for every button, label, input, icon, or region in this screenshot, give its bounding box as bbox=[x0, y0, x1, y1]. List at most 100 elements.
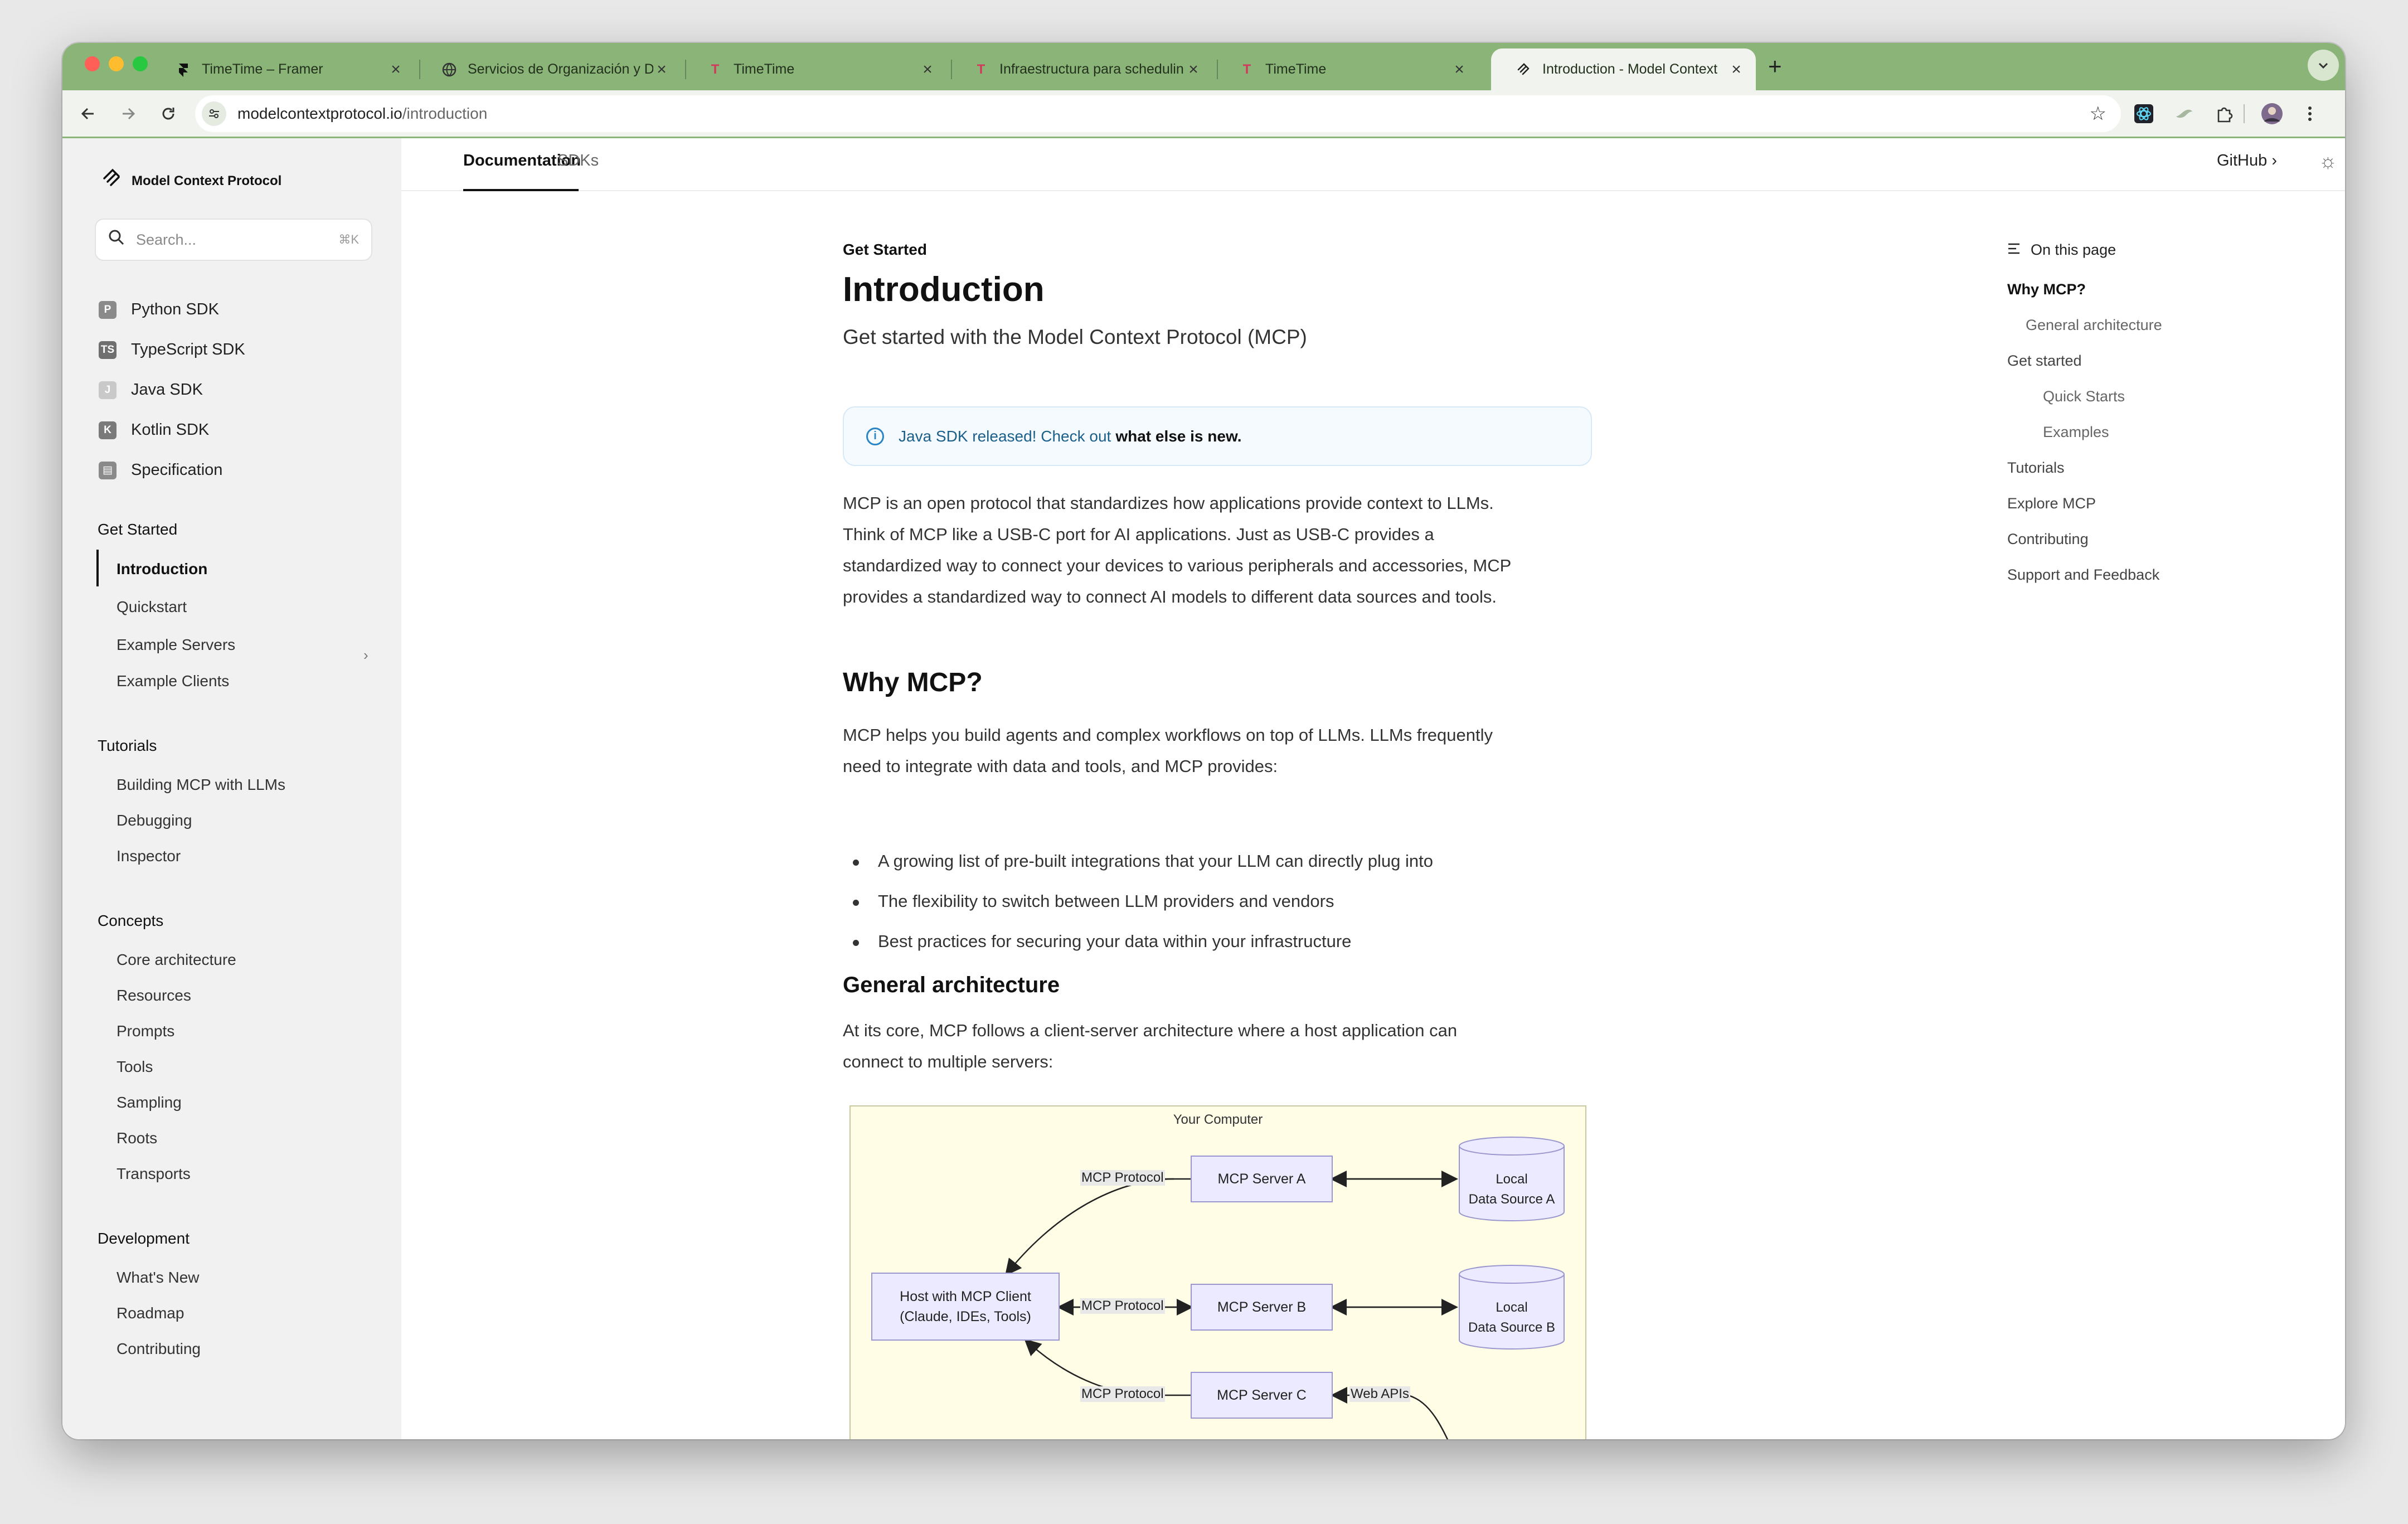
timetime-icon: T bbox=[1242, 61, 1251, 77]
edge-label-web-apis: Web APIs bbox=[1349, 1386, 1410, 1402]
mcp-server-a: MCP Server A bbox=[1191, 1156, 1333, 1202]
close-icon[interactable]: × bbox=[919, 60, 936, 79]
browser-tab[interactable]: T TimeTime × bbox=[682, 48, 947, 90]
close-icon[interactable]: × bbox=[653, 60, 670, 79]
toc-heading: On this page bbox=[2007, 241, 2116, 259]
back-icon[interactable] bbox=[74, 99, 103, 128]
why-paragraph: MCP helps you build agents and complex w… bbox=[843, 725, 1493, 776]
extensions-puzzle-icon[interactable] bbox=[2211, 100, 2237, 127]
sidebar-item-building-mcp[interactable]: Building MCP with LLMs bbox=[116, 776, 285, 794]
search-shortcut: ⌘K bbox=[338, 232, 359, 246]
sidebar-item-transports[interactable]: Transports bbox=[116, 1165, 191, 1183]
globe-icon bbox=[441, 61, 458, 78]
bookmark-star-icon[interactable]: ☆ bbox=[2090, 103, 2106, 125]
toc-item[interactable]: Support and Feedback bbox=[2007, 566, 2159, 584]
sidebar-item-example-servers[interactable]: Example Servers bbox=[116, 636, 235, 654]
site-logo[interactable]: Model Context Protocol bbox=[101, 167, 281, 195]
toolbar-divider bbox=[2242, 100, 2246, 127]
forward-icon[interactable] bbox=[114, 99, 143, 128]
nav-group-title: Get Started bbox=[98, 521, 178, 538]
close-icon[interactable]: × bbox=[1185, 60, 1202, 79]
sidebar-item-typescript-sdk[interactable]: TS TypeScript SDK bbox=[99, 341, 245, 359]
reload-icon[interactable] bbox=[154, 99, 183, 128]
toc-item[interactable]: Why MCP? bbox=[2007, 281, 2086, 298]
avatar[interactable] bbox=[2259, 100, 2285, 127]
sidebar-item-java-sdk[interactable]: J Java SDK bbox=[99, 381, 203, 399]
sidebar-item-tools[interactable]: Tools bbox=[116, 1058, 153, 1076]
zoom-window-button[interactable] bbox=[133, 56, 148, 71]
timetime-icon: T bbox=[711, 61, 720, 77]
mcp-icon bbox=[1516, 61, 1532, 78]
close-window-button[interactable] bbox=[85, 56, 100, 71]
sidebar-item-example-clients[interactable]: Example Clients bbox=[116, 672, 229, 690]
toc-item[interactable]: Contributing bbox=[2007, 531, 2089, 548]
search-input[interactable]: Search... ⌘K bbox=[95, 219, 372, 261]
sidebar-item-sampling[interactable]: Sampling bbox=[116, 1094, 182, 1112]
browser-tab[interactable]: T Infraestructura para schedulin × bbox=[948, 48, 1213, 90]
chevron-right-icon: › bbox=[2271, 152, 2277, 169]
nav-group-title: Concepts bbox=[98, 912, 164, 929]
docs-sidebar: Model Context Protocol Search... ⌘K P Py… bbox=[62, 138, 401, 1439]
sidebar-item-specification[interactable]: ▤ Specification bbox=[99, 461, 222, 479]
info-callout: i Java SDK released! Check out what else… bbox=[843, 406, 1592, 466]
top-navigation: Documentation SDKs GitHub › ☼ bbox=[401, 138, 2345, 191]
heading-why-mcp: Why MCP? bbox=[843, 668, 983, 697]
more-menu-icon[interactable] bbox=[2297, 100, 2323, 127]
tab-sdks[interactable]: SDKs bbox=[557, 152, 599, 170]
browser-tab[interactable]: Servicios de Organización y D × bbox=[416, 48, 681, 90]
sidebar-item-debugging[interactable]: Debugging bbox=[116, 812, 192, 829]
toc-item[interactable]: Quick Starts bbox=[2043, 388, 2125, 405]
browser-tab[interactable]: TimeTime – Framer × bbox=[151, 48, 415, 90]
sidebar-item-core-architecture[interactable]: Core architecture bbox=[116, 951, 236, 969]
callout-link[interactable]: what else is new. bbox=[1115, 428, 1241, 445]
nav-group-title: Development bbox=[98, 1230, 190, 1247]
local-data-source-b: Local Data Source B bbox=[1458, 1264, 1565, 1350]
sidebar-item-python-sdk[interactable]: P Python SDK bbox=[99, 300, 219, 319]
toc-item[interactable]: General architecture bbox=[2026, 317, 2162, 334]
sidebar-item-quickstart[interactable]: Quickstart bbox=[116, 598, 187, 616]
close-icon[interactable]: × bbox=[1451, 60, 1468, 79]
info-icon: i bbox=[866, 427, 884, 445]
chevron-right-icon[interactable]: › bbox=[363, 647, 368, 664]
toc-item[interactable]: Explore MCP bbox=[2007, 495, 2096, 512]
sidebar-item-roots[interactable]: Roots bbox=[116, 1129, 157, 1147]
browser-tab-active[interactable]: Introduction - Model Context × bbox=[1491, 48, 1756, 90]
sidebar-item-contributing[interactable]: Contributing bbox=[116, 1340, 201, 1358]
sidebar-item-kotlin-sdk[interactable]: K Kotlin SDK bbox=[99, 421, 209, 439]
bird-extension-icon[interactable] bbox=[2171, 100, 2197, 127]
typescript-icon: TS bbox=[99, 341, 116, 359]
architecture-diagram: Your Computer MCP Server A MCP Server B … bbox=[849, 1105, 1586, 1439]
site-settings-icon[interactable] bbox=[202, 101, 226, 126]
edge-label-mcp-protocol: MCP Protocol bbox=[1080, 1170, 1165, 1186]
toc-item[interactable]: Examples bbox=[2043, 424, 2109, 441]
sidebar-item-prompts[interactable]: Prompts bbox=[116, 1022, 174, 1040]
sidebar-item-whats-new[interactable]: What's New bbox=[116, 1269, 200, 1287]
browser-toolbar: modelcontextprotocol.io/introduction ☆ bbox=[62, 90, 2345, 138]
new-tab-button[interactable]: + bbox=[1768, 53, 1782, 80]
theme-toggle-sun-icon[interactable]: ☼ bbox=[2319, 149, 2337, 173]
address-bar[interactable]: modelcontextprotocol.io/introduction ☆ bbox=[195, 95, 2121, 132]
framer-icon bbox=[175, 61, 192, 78]
toc-item[interactable]: Tutorials bbox=[2007, 459, 2065, 477]
nav-group-title: Tutorials bbox=[98, 737, 157, 754]
minimize-window-button[interactable] bbox=[109, 56, 124, 71]
tab-search-button[interactable] bbox=[2308, 50, 2339, 81]
host-client-box: Host with MCP Client (Claude, IDEs, Tool… bbox=[871, 1273, 1060, 1341]
sidebar-item-resources[interactable]: Resources bbox=[116, 987, 191, 1004]
sidebar-item-introduction[interactable]: Introduction bbox=[116, 560, 207, 578]
close-icon[interactable]: × bbox=[387, 60, 404, 79]
list-icon bbox=[2007, 241, 2021, 259]
timetime-icon: T bbox=[977, 61, 985, 77]
list-item: The flexibility to switch between LLM pr… bbox=[852, 891, 1334, 911]
react-devtools-icon[interactable] bbox=[2130, 100, 2157, 127]
active-indicator bbox=[96, 550, 99, 586]
browser-window: TimeTime – Framer × Servicios de Organiz… bbox=[62, 43, 2345, 1439]
sidebar-item-inspector[interactable]: Inspector bbox=[116, 847, 181, 865]
github-link[interactable]: GitHub › bbox=[2217, 152, 2277, 170]
local-data-source-a: Local Data Source A bbox=[1458, 1136, 1565, 1222]
close-icon[interactable]: × bbox=[1728, 60, 1745, 79]
page-title: Introduction bbox=[843, 270, 1045, 309]
toc-item[interactable]: Get started bbox=[2007, 352, 2082, 370]
browser-tab[interactable]: T TimeTime × bbox=[1214, 48, 1479, 90]
sidebar-item-roadmap[interactable]: Roadmap bbox=[116, 1304, 184, 1322]
